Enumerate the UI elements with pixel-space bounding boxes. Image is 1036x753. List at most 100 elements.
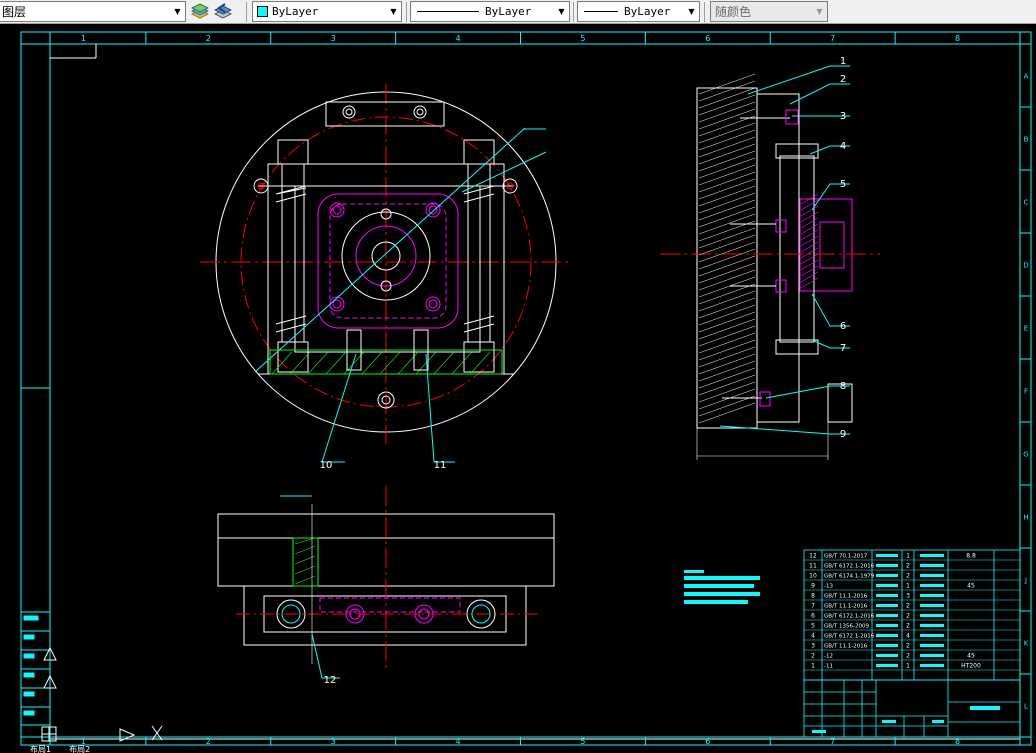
bom-row-code: -13 <box>824 584 833 590</box>
plot-color-combo-value: 随颜色 <box>715 5 752 19</box>
bom-row-material <box>920 664 944 667</box>
row-label: C <box>1024 199 1029 207</box>
bom-row-material <box>920 644 944 647</box>
bom-row-material <box>920 604 944 607</box>
callout-number: 3 <box>840 111 846 122</box>
row-label: K <box>1024 640 1029 648</box>
bom-row-name <box>876 574 898 577</box>
chevron-down-icon[interactable]: ▼ <box>170 2 185 21</box>
plotstyle-combo[interactable]: ByLayer ▼ <box>577 1 700 22</box>
chevron-down-icon[interactable]: ▼ <box>812 2 827 21</box>
row-label: J <box>1024 577 1027 585</box>
bom-row-material <box>920 564 944 567</box>
column-label-top: 8 <box>955 34 960 43</box>
bom-row-code: GB/T 11.1-2016 <box>824 644 868 650</box>
callout-number: 5 <box>840 179 846 190</box>
callout-number: 9 <box>840 429 846 440</box>
row-label: G <box>1023 451 1028 459</box>
bom-row-qty: 4 <box>906 633 910 640</box>
layout-tab-2[interactable]: 布局2 <box>69 744 90 753</box>
bom-row-qty: 1 <box>906 663 910 670</box>
bom-row-name <box>876 564 898 567</box>
bom-row-code: GB/T 1356-2009 <box>824 624 869 630</box>
bom-row-qty: 2 <box>906 643 910 650</box>
bom-row-number: 6 <box>811 613 815 620</box>
column-label-bottom: 6 <box>705 737 710 746</box>
row-label: D <box>1023 262 1028 270</box>
bom-row-qty: 3 <box>906 593 910 600</box>
bom-row-code: GB/T 11.1-2016 <box>824 604 868 610</box>
bom-row-material <box>920 634 944 637</box>
plotstyle-combo-value: ByLayer <box>624 5 671 18</box>
callout-number: 6 <box>840 321 846 332</box>
toolbar-separator <box>246 2 247 22</box>
callout-number: 12 <box>324 675 337 686</box>
bom-row-code: GB/T 6174.1-1979 <box>824 574 875 580</box>
bom-row-number: 8 <box>811 593 815 600</box>
bom-row-note: HT200 <box>961 663 981 670</box>
row-label: E <box>1024 325 1028 333</box>
bom-row-material <box>920 554 944 557</box>
callout-labels: 12345678910 1112 <box>320 56 847 686</box>
bom-row-number: 7 <box>811 603 815 610</box>
callout-number: 10 <box>320 460 333 471</box>
layer-states-icon[interactable] <box>190 2 210 22</box>
column-label-bottom: 5 <box>580 737 585 746</box>
plot-color-combo[interactable]: 随颜色 ▼ <box>710 1 828 22</box>
row-label: B <box>1024 136 1029 144</box>
bom-row-qty: 1 <box>906 583 910 590</box>
column-label-top: 3 <box>331 34 336 43</box>
chevron-down-icon[interactable]: ▼ <box>386 2 401 21</box>
layout-tabs: 布局1 布局2 <box>30 744 90 753</box>
column-label-bottom: 4 <box>456 737 461 746</box>
bom-row-number: 2 <box>811 653 815 660</box>
bom-row-note: 8.8 <box>966 553 976 560</box>
bom-row-material <box>920 614 944 617</box>
bom-row-code: GB/T 70.1-2017 <box>824 554 868 560</box>
bom-row-name <box>876 594 898 597</box>
technical-notes <box>684 570 760 604</box>
bom-row-number: 10 <box>809 573 817 580</box>
bom-row-material <box>920 624 944 627</box>
callout-number: 11 <box>434 460 447 471</box>
layer-combo[interactable]: 图层 ▼ <box>0 1 186 22</box>
column-label-bottom: 3 <box>331 737 336 746</box>
bom-row-name <box>876 644 898 647</box>
bom-row-qty: 2 <box>906 563 910 570</box>
row-label: A <box>1024 73 1029 81</box>
signature-strip <box>20 387 51 726</box>
bom-row-qty: 2 <box>906 573 910 580</box>
lineweight-combo[interactable]: ByLayer ▼ <box>410 1 570 22</box>
bom-row-name <box>876 584 898 587</box>
column-label-top: 5 <box>580 34 585 43</box>
row-label: L <box>1024 703 1028 711</box>
drawing-canvas[interactable]: 1122334455667788 ABCDEFGHJKL 12 GB/T 70.… <box>0 24 1036 753</box>
bom-row-material <box>920 574 944 577</box>
callout-number: 1 <box>840 56 846 67</box>
bom-row-number: 1 <box>811 663 815 670</box>
callout-number: 2 <box>840 74 846 85</box>
toolbar-separator <box>573 2 574 22</box>
layout-tab-1[interactable]: 布局1 <box>30 744 51 753</box>
bom-row-number: 9 <box>811 583 815 590</box>
column-label-bottom: 7 <box>830 737 835 746</box>
bom-row-name <box>876 624 898 627</box>
column-label-bottom: 2 <box>206 737 211 746</box>
chevron-down-icon[interactable]: ▼ <box>554 2 569 21</box>
bom-rows: 12 GB/T 70.1-2017 1 8.811 GB/T 6172.1-2016 21… <box>804 553 1020 671</box>
properties-toolbar: 图层 ▼ ByLayer ▼ ByLayer ▼ ByLayer ▼ 随颜色 ▼ <box>0 0 1036 24</box>
section-view <box>660 65 880 460</box>
linetype-combo[interactable]: ByLayer ▼ <box>252 1 402 22</box>
bom-row-number: 5 <box>811 623 815 630</box>
chevron-down-icon[interactable]: ▼ <box>684 2 699 21</box>
bom-row-material <box>920 594 944 597</box>
frame-row-ticks: A B C D E F G H J K L <box>1020 73 1031 711</box>
callout-number: 7 <box>840 343 846 354</box>
top-view <box>217 486 555 679</box>
bom-row-material <box>920 654 944 657</box>
bom-row-name <box>876 604 898 607</box>
layer-previous-icon[interactable] <box>213 2 233 22</box>
bom-row-qty: 2 <box>906 613 910 620</box>
bom-row-name <box>876 554 898 557</box>
bom-row-qty: 2 <box>906 603 910 610</box>
